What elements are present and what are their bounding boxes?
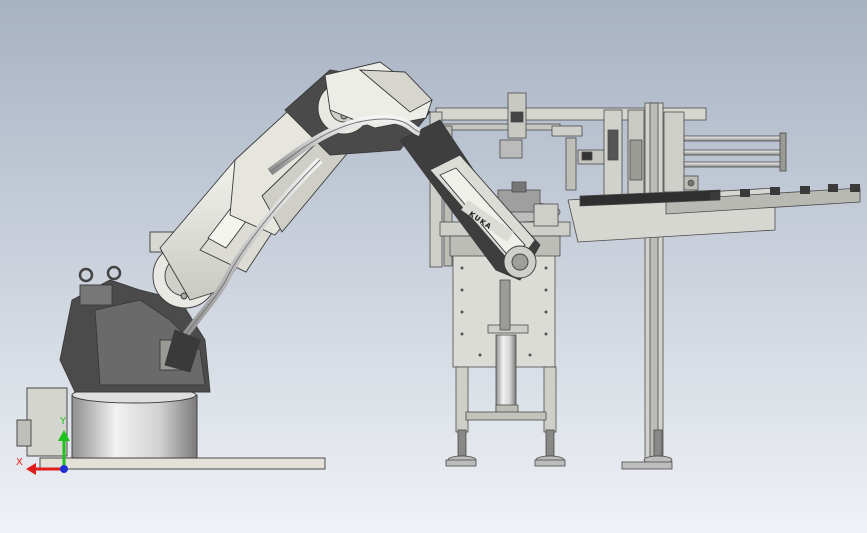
robot-base: [71, 394, 198, 459]
guide-rod-3: [683, 161, 785, 168]
floor-plate: [39, 457, 326, 470]
axis-y-label: Y: [60, 416, 67, 427]
cad-scene: [0, 0, 867, 533]
machine-leg-right: [543, 366, 557, 433]
guide-rod-2: [683, 149, 785, 156]
guide-rod-1: [683, 135, 785, 142]
cad-viewport[interactable]: KUKA X Y: [0, 0, 867, 533]
machine-leg-left: [455, 366, 469, 433]
rod-housing: [663, 111, 685, 193]
axis-z-dot: [60, 465, 68, 473]
axis-x-label: X: [16, 457, 23, 468]
machine-top-beam-lower: [439, 123, 561, 131]
